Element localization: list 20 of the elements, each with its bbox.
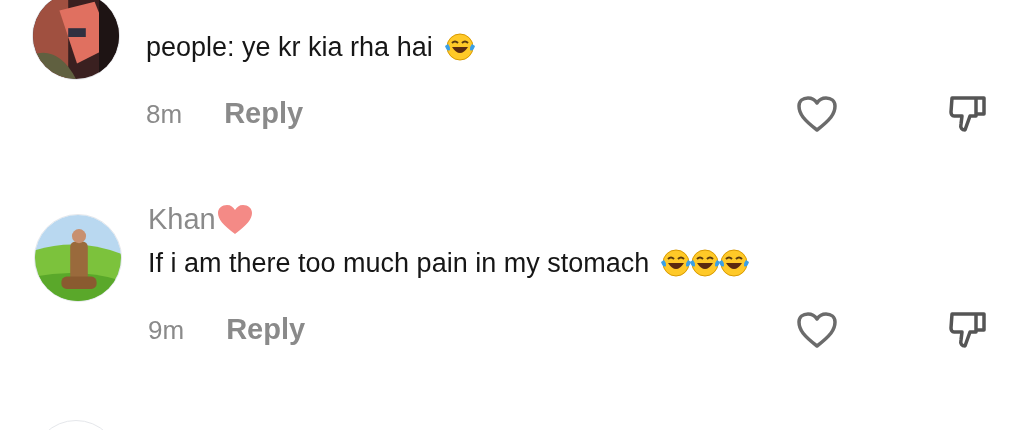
timestamp: 8m — [146, 97, 183, 131]
reply-button[interactable]: Reply — [226, 308, 306, 352]
thumbs-down-icon — [948, 310, 988, 350]
dislike-button[interactable] — [948, 310, 988, 350]
heart-emoji-icon — [216, 204, 253, 236]
heart-icon — [796, 311, 838, 349]
reply-button[interactable]: Reply — [224, 92, 304, 136]
comment-text: people: ye kr kia rha hai — [146, 30, 433, 64]
dislike-button[interactable] — [948, 94, 988, 134]
thumbs-down-icon — [948, 94, 988, 134]
timestamp: 9m — [148, 313, 185, 347]
like-button[interactable] — [796, 95, 838, 133]
username[interactable]: Khan — [148, 198, 216, 242]
laughing-emoji-icon — [689, 248, 722, 278]
laughing-emoji-icon — [660, 248, 693, 278]
comment-text: If i am there too much pain in my stomach — [148, 246, 650, 280]
laughing-emoji-icon — [443, 32, 476, 62]
like-button[interactable] — [796, 311, 838, 349]
laughing-emoji-icon — [718, 248, 751, 278]
heart-icon — [796, 95, 838, 133]
